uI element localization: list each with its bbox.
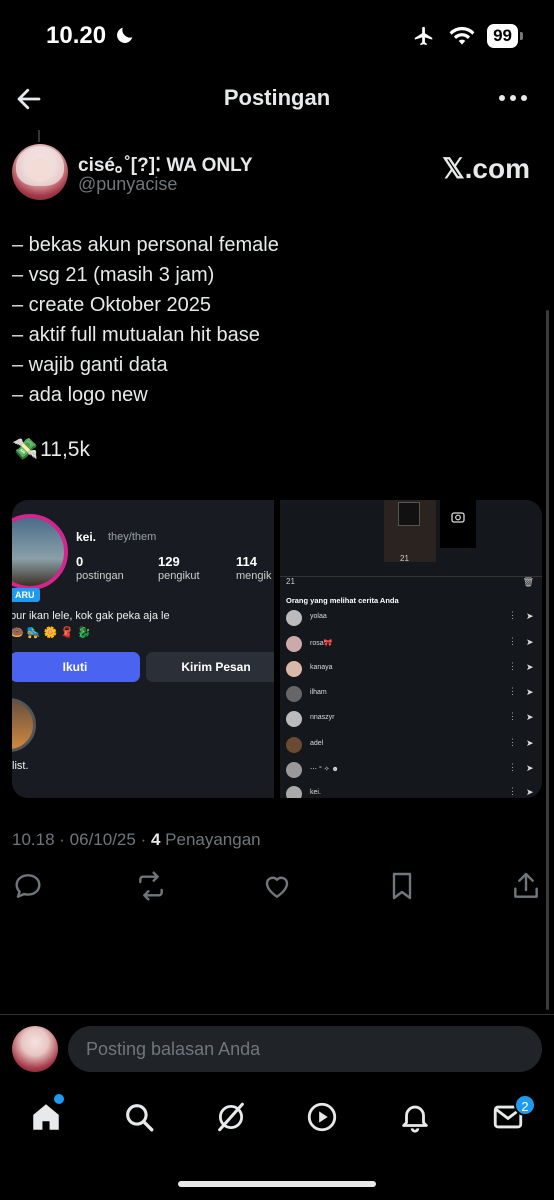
status-icons: 99	[411, 24, 523, 48]
post-time: 10.18	[12, 830, 55, 849]
divider	[0, 1014, 554, 1015]
page-title: Postingan	[223, 85, 331, 110]
money-icon: 💸	[12, 438, 39, 461]
stat-value: 129	[158, 554, 180, 569]
media-gallery[interactable]: ARU kei. they/them 0 postingan 129 pengi…	[12, 500, 542, 798]
separator: ·	[54, 830, 70, 849]
viewer-row: adel ⋮ ➤	[286, 735, 536, 757]
share-icon[interactable]	[510, 870, 542, 902]
media-image-story-viewers[interactable]: 21 21 🗑 Orang yang melihat cerita Anda y…	[280, 500, 542, 798]
stat-value: 0	[76, 554, 84, 569]
repost-icon[interactable]	[135, 870, 167, 902]
profile-username: kei.	[76, 530, 97, 544]
viewer-name: ⋯ ° ✧ ☻	[310, 766, 339, 773]
viewer-name: kanaya	[310, 664, 333, 671]
viewer-row: ⋯ ° ✧ ☻ ⋮ ➤	[286, 760, 536, 782]
post-meta: 10.18 · 06/10/25 · 4 Penayangan	[12, 830, 261, 850]
profile-avatar	[12, 514, 68, 590]
post-line: – wajib ganti data	[12, 354, 168, 376]
reply-input[interactable]	[68, 1026, 542, 1072]
search-icon[interactable]	[122, 1100, 156, 1134]
message-button: Kirim Pesan	[146, 652, 274, 682]
post-price: 💸 11,5k	[12, 438, 90, 462]
battery-indicator: 99	[487, 24, 523, 48]
story-count: 21	[400, 554, 409, 563]
user-avatar[interactable]	[12, 1026, 58, 1072]
scrollbar[interactable]	[546, 310, 549, 1010]
reply-field[interactable]	[68, 1026, 542, 1072]
price-value: 11,5k	[40, 438, 90, 461]
follow-button: Ikuti	[12, 652, 140, 682]
grok-icon[interactable]	[214, 1100, 248, 1134]
profile-pronouns: they/them	[108, 531, 157, 543]
viewer-row: nnaszyr ⋮ ➤	[286, 709, 536, 731]
author-avatar[interactable]	[12, 144, 68, 200]
viewers-title: Orang yang melihat cerita Anda	[286, 596, 399, 605]
messages-badge: 2	[514, 1094, 536, 1116]
video-icon[interactable]	[305, 1100, 339, 1134]
wifi-icon	[449, 26, 475, 45]
stat-label: pengikut	[158, 570, 200, 582]
author-name[interactable]: cisé｡˚[?]⁚ WA ONLY	[78, 150, 253, 177]
views-label: Penayangan	[160, 830, 261, 849]
viewer-row: rosa🎀 ⋮ ➤	[286, 634, 536, 656]
viewer-row: yolaa ⋮ ➤	[286, 608, 536, 630]
stat-label: postingan	[76, 570, 124, 582]
stat-value: 114	[236, 554, 257, 569]
profile-emoji-line: 🍩 🛼 🌼 🧣 🐉	[12, 627, 91, 639]
viewer-name: yolaa	[310, 613, 327, 620]
home-indicator	[178, 1181, 376, 1187]
like-icon[interactable]	[261, 870, 293, 902]
notifications-icon[interactable]	[398, 1100, 432, 1134]
bookmark-icon[interactable]	[386, 870, 418, 902]
post-line: – ada logo new	[12, 384, 148, 406]
moon-icon	[117, 27, 133, 43]
camera-icon	[440, 500, 476, 548]
highlight-label: list.	[12, 760, 29, 772]
stat-label: mengik	[236, 570, 272, 582]
viewer-row: ilham ⋮ ➤	[286, 684, 536, 706]
post-line: – vsg 21 (masih 3 jam)	[12, 264, 215, 286]
more-options-icon[interactable]	[498, 90, 528, 106]
views-count: 21	[286, 577, 295, 586]
status-time: 10.20	[46, 22, 107, 49]
author-handle[interactable]: @punyacise	[78, 174, 177, 195]
viewer-row: kanaya ⋮ ➤	[286, 659, 536, 681]
x-com-logo: 𝕏.com	[442, 153, 530, 184]
viewer-name: adel	[310, 740, 324, 747]
divider	[280, 576, 542, 577]
separator: ·	[135, 830, 151, 849]
views-count: 4	[150, 830, 161, 849]
trash-icon: 🗑	[522, 577, 534, 587]
new-badge: ARU	[12, 588, 40, 602]
viewer-row: kei. ⋮ ➤	[286, 784, 536, 798]
story-thumbnail	[384, 500, 436, 562]
profile-bio: bur ikan lele, kok gak peka aja le	[12, 610, 170, 622]
reply-icon[interactable]	[12, 870, 44, 902]
home-icon[interactable]	[29, 1100, 63, 1134]
thread-line	[38, 130, 40, 142]
post-line: – bekas akun personal female	[12, 234, 279, 256]
viewer-name: rosa🎀	[310, 640, 333, 647]
airplane-icon	[414, 26, 433, 46]
viewer-name: kei.	[310, 789, 321, 796]
highlight-circle	[12, 698, 36, 752]
notification-dot	[54, 1094, 64, 1104]
viewer-name: ilham	[310, 689, 327, 696]
post-line: – aktif full mutualan hit base	[12, 324, 260, 346]
post-date: 06/10/25	[69, 830, 136, 849]
viewer-name: nnaszyr	[310, 714, 335, 721]
post-actions	[12, 870, 542, 904]
media-image-profile[interactable]: ARU kei. they/them 0 postingan 129 pengi…	[12, 500, 274, 798]
post-text: – bekas akun personal female – vsg 21 (m…	[12, 230, 532, 410]
post-line: – create Oktober 2025	[12, 294, 212, 316]
